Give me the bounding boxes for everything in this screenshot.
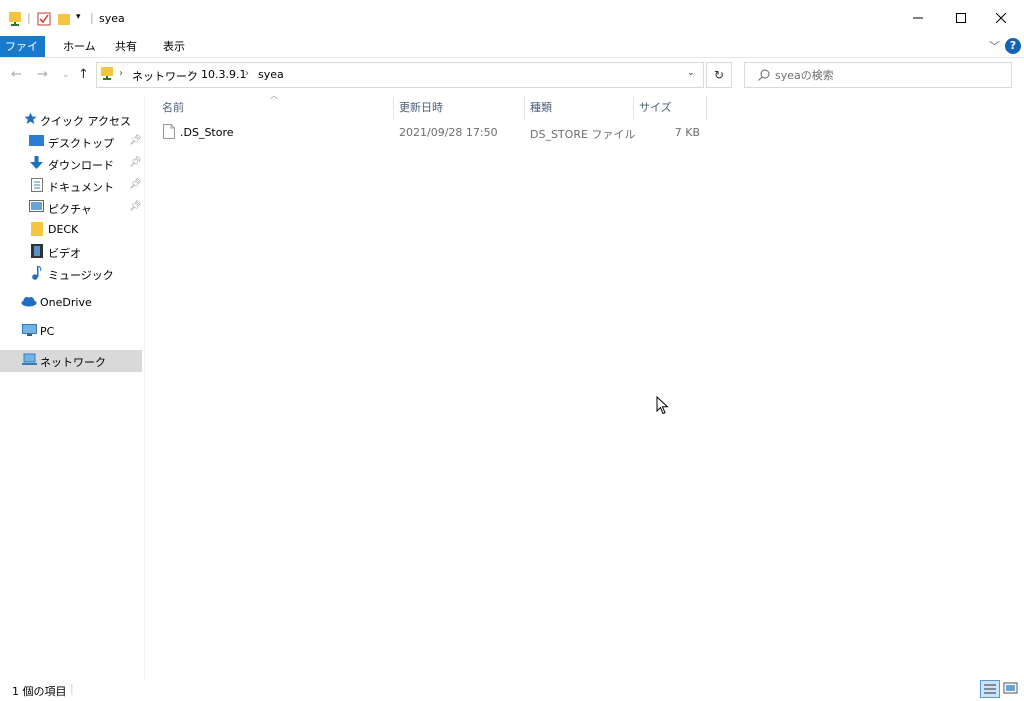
tab-share[interactable]: 共有	[107, 36, 145, 57]
minimize-icon	[913, 17, 923, 19]
customize-qa-icon[interactable]: ▾	[76, 12, 81, 22]
minimize-button[interactable]	[895, 0, 941, 36]
search-icon	[758, 69, 770, 81]
recent-locations-icon[interactable]: ⌄	[62, 70, 70, 80]
navigation-pane: クイック アクセス デスクトップ 📌︎ ダウンロード 📌︎ ドキュメント 📌︎ …	[0, 95, 145, 679]
navigation-bar: ← → ⌄ ↑ › ネットワーク › 10.3.9.1 › syea ⌄ ↻	[0, 58, 1024, 92]
file-date: 2021/09/28 17:50	[399, 126, 498, 139]
properties-icon[interactable]	[37, 11, 51, 27]
column-header-name[interactable]: 名前	[162, 99, 184, 119]
maximize-icon	[956, 13, 966, 23]
sidebar-item-label: デスクトップ	[48, 137, 114, 150]
pin-icon: 📌︎	[129, 157, 142, 168]
window-title: syea	[99, 12, 125, 25]
file-type: DS_STORE ファイル	[530, 128, 636, 141]
desktop-icon	[29, 135, 44, 146]
sidebar-item-pictures[interactable]: ピクチャ 📌︎	[0, 197, 142, 219]
forward-arrow-icon[interactable]: →	[37, 67, 48, 82]
pin-icon: 📌︎	[129, 201, 142, 212]
sidebar-item-documents[interactable]: ドキュメント 📌︎	[0, 175, 142, 197]
folder-icon	[31, 222, 43, 236]
help-icon[interactable]: ?	[1005, 38, 1021, 54]
sidebar-item-label: クイック アクセス	[40, 115, 131, 128]
separator: |	[90, 11, 94, 24]
close-icon	[996, 13, 1006, 23]
cloud-icon	[21, 297, 37, 307]
tab-home[interactable]: ホーム	[55, 36, 104, 57]
up-arrow-icon[interactable]: ↑	[78, 67, 89, 82]
sidebar-item-music[interactable]: ミュージック	[0, 263, 142, 285]
status-item-count: 1 個の項目	[12, 685, 67, 698]
sidebar-item-network[interactable]: ネットワーク	[0, 350, 142, 372]
pin-icon: 📌︎	[129, 135, 142, 146]
large-icons-view-icon	[1003, 682, 1018, 694]
sidebar-item-label: DECK	[48, 223, 79, 236]
large-icons-view-button[interactable]	[1002, 680, 1020, 696]
sidebar-item-quick-access[interactable]: クイック アクセス	[0, 109, 142, 131]
download-icon	[30, 156, 43, 169]
network-folder-icon	[9, 12, 21, 26]
sidebar-item-onedrive[interactable]: OneDrive	[0, 292, 142, 314]
search-input[interactable]	[775, 63, 1005, 87]
back-arrow-icon[interactable]: ←	[11, 67, 22, 82]
column-divider[interactable]	[633, 96, 634, 120]
sidebar-item-videos[interactable]: ビデオ	[0, 241, 142, 263]
network-icon	[22, 353, 37, 365]
refresh-button[interactable]: ↻	[706, 62, 732, 88]
documents-icon	[31, 178, 43, 192]
file-size: 7 KB	[674, 126, 700, 139]
pc-icon	[22, 324, 37, 336]
mouse-cursor-icon	[656, 396, 669, 415]
sidebar-item-pc[interactable]: PC	[0, 321, 142, 343]
details-view-icon	[984, 684, 996, 694]
status-separator: |	[70, 682, 74, 695]
details-view-button[interactable]	[980, 680, 1000, 698]
network-folder-icon	[101, 67, 113, 80]
tab-file[interactable]: ファイル	[0, 36, 45, 74]
column-divider[interactable]	[706, 96, 707, 120]
breadcrumb-separator-icon[interactable]: ›	[188, 68, 192, 79]
breadcrumb-separator-icon[interactable]: ›	[245, 68, 249, 79]
breadcrumb-separator-icon[interactable]: ›	[119, 68, 123, 79]
breadcrumb-host[interactable]: 10.3.9.1	[201, 68, 246, 81]
separator: |	[27, 11, 31, 24]
close-button[interactable]	[978, 0, 1024, 36]
column-header-date[interactable]: 更新日時	[399, 99, 443, 119]
column-header-size[interactable]: サイズ	[639, 99, 672, 119]
sidebar-item-label: OneDrive	[40, 296, 92, 309]
pictures-icon	[29, 200, 44, 212]
sidebar-item-desktop[interactable]: デスクトップ 📌︎	[0, 131, 142, 153]
column-header-type[interactable]: 種類	[530, 99, 552, 119]
sidebar-item-label: PC	[40, 325, 55, 338]
sidebar-item-label: ピクチャ	[48, 203, 92, 216]
column-divider[interactable]	[524, 96, 525, 120]
pin-icon: 📌︎	[129, 179, 142, 190]
sort-ascending-icon: ︿	[270, 91, 278, 100]
star-icon	[24, 112, 37, 124]
sidebar-item-downloads[interactable]: ダウンロード 📌︎	[0, 153, 142, 175]
sidebar-item-deck[interactable]: DECK	[0, 219, 142, 241]
breadcrumb-folder[interactable]: syea	[258, 68, 284, 81]
video-icon	[31, 244, 43, 258]
tab-view[interactable]: 表示	[155, 36, 193, 57]
expand-ribbon-icon[interactable]: ﹀	[989, 38, 1000, 54]
new-folder-icon[interactable]	[57, 11, 71, 27]
file-name[interactable]: .DS_Store	[180, 126, 234, 139]
sidebar-item-label: ダウンロード	[48, 159, 114, 172]
sidebar-item-label: ビデオ	[48, 247, 81, 260]
address-bar[interactable]: › ネットワーク › 10.3.9.1 › syea ⌄	[96, 62, 704, 88]
sidebar-item-label: ミュージック	[48, 269, 114, 282]
column-divider[interactable]	[393, 96, 394, 120]
file-icon	[163, 124, 175, 139]
sidebar-item-label: ネットワーク	[40, 356, 106, 369]
refresh-icon: ↻	[713, 68, 725, 82]
music-icon	[32, 266, 42, 280]
title-bar: | ▾ | syea	[0, 0, 1024, 36]
ribbon-tabs: ファイル ホーム 共有 表示 ﹀ ?	[0, 36, 1024, 74]
sidebar-item-label: ドキュメント	[48, 181, 114, 194]
address-dropdown-icon[interactable]: ⌄	[687, 68, 695, 78]
search-box[interactable]	[744, 62, 1012, 88]
